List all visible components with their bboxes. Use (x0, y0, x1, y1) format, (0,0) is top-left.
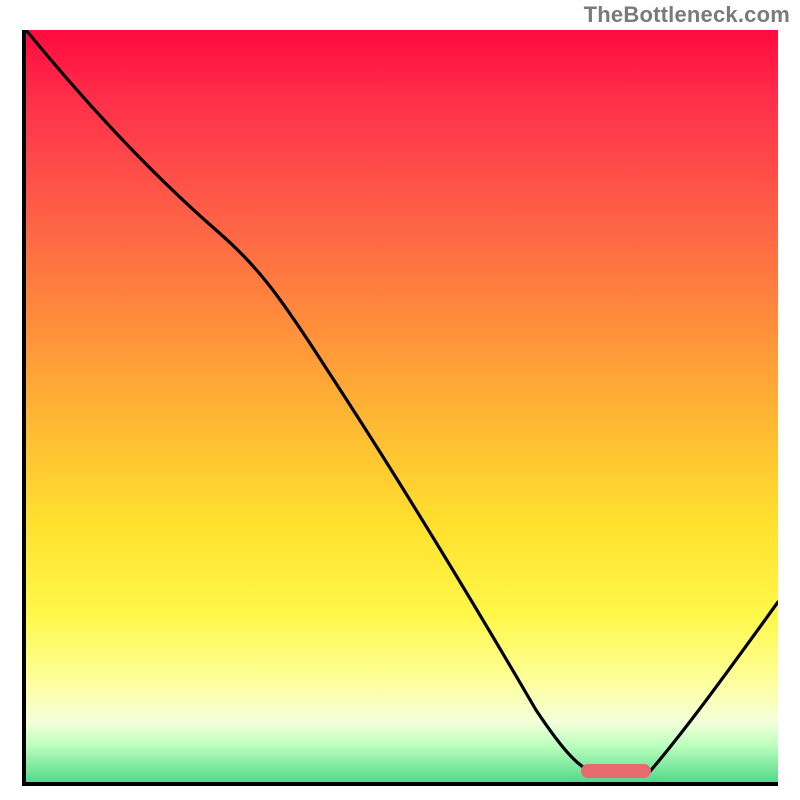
plot-area (22, 30, 778, 786)
bottleneck-curve (26, 30, 778, 782)
curve-path (26, 30, 778, 776)
watermark-text: TheBottleneck.com (584, 2, 790, 28)
optimal-range-marker (581, 764, 651, 778)
chart-canvas: TheBottleneck.com (0, 0, 800, 800)
